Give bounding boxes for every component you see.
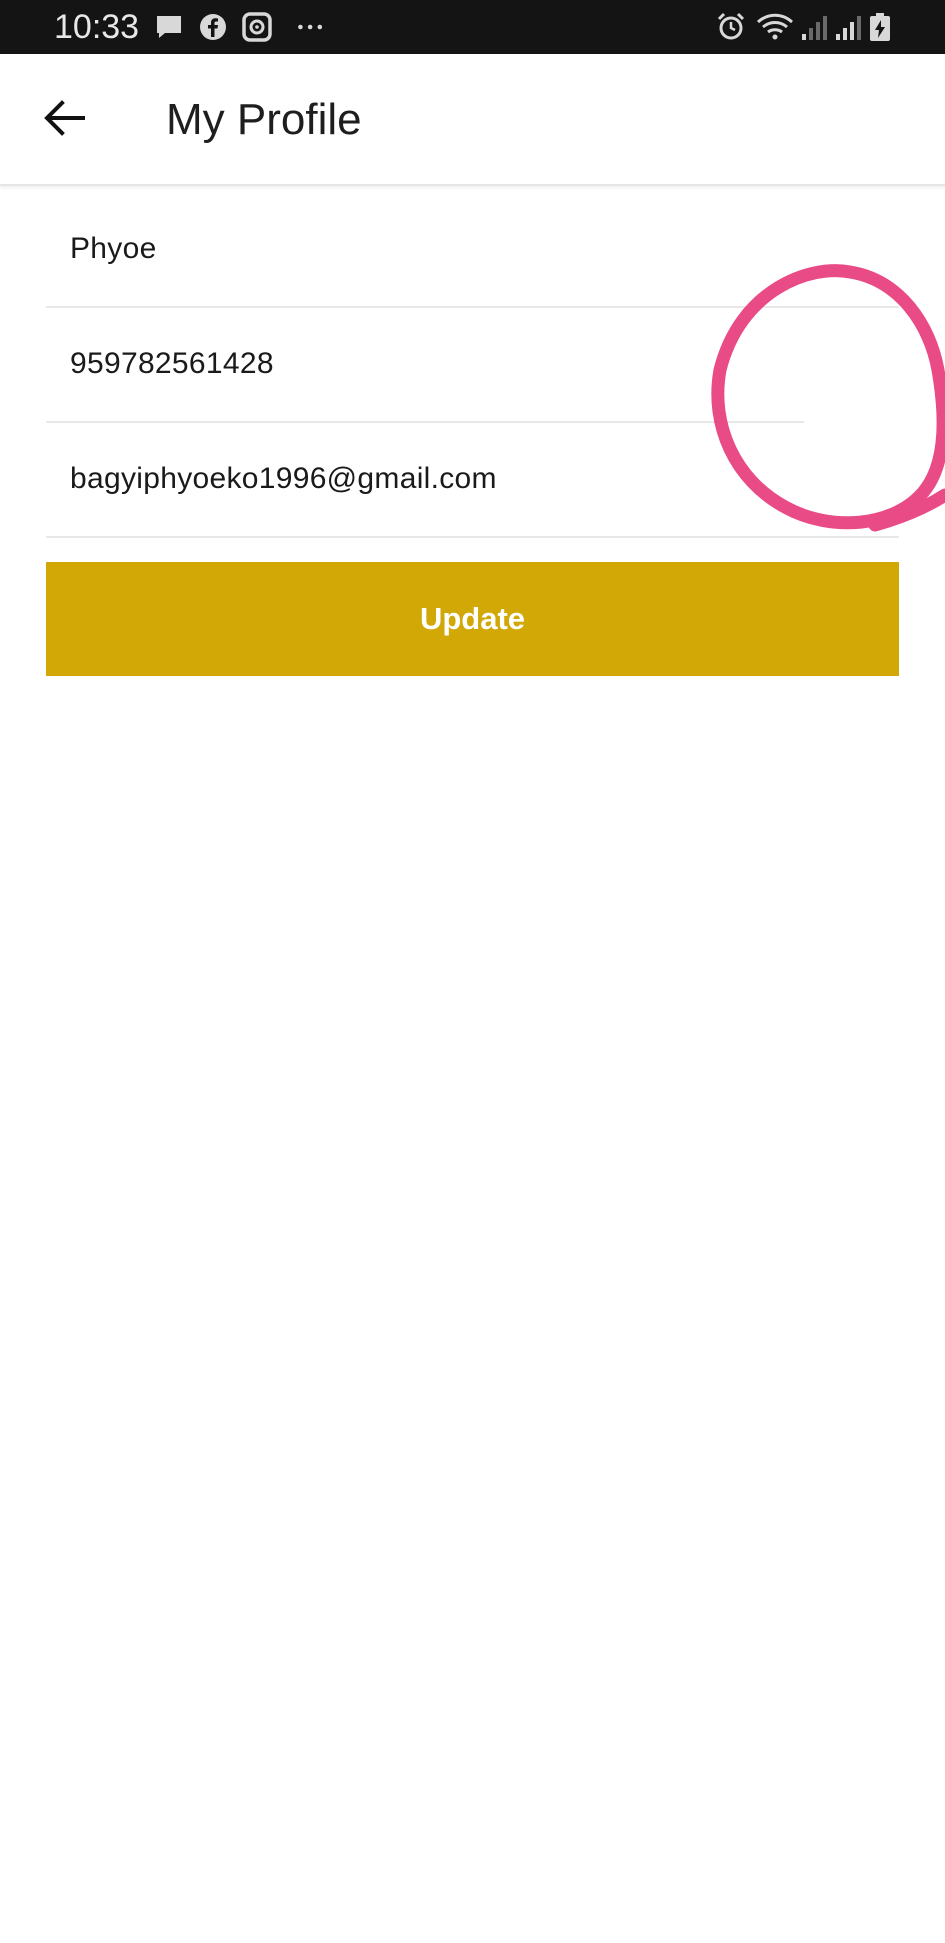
phone-field [46, 307, 804, 423]
name-field [46, 192, 899, 308]
status-bar: 10:33 [0, 0, 945, 54]
phone-input[interactable] [70, 307, 804, 421]
signal-icon [802, 16, 827, 40]
battery-charging-icon [870, 13, 890, 41]
email-field [46, 422, 899, 538]
wifi-icon [756, 13, 794, 40]
app-bar: My Profile [0, 54, 945, 186]
message-icon [157, 16, 181, 38]
page-title: My Profile [166, 95, 362, 144]
arrow-left-icon [44, 100, 85, 136]
screen-record-icon [242, 12, 272, 42]
status-time: 10:33 [54, 8, 140, 46]
alarm-icon [717, 12, 745, 40]
email-input[interactable] [70, 422, 899, 536]
facebook-icon [200, 14, 226, 40]
back-button[interactable] [28, 82, 100, 154]
name-input[interactable] [70, 192, 899, 306]
signal-icon [836, 16, 861, 40]
update-button[interactable]: Update [46, 562, 899, 676]
more-dots-icon [298, 24, 323, 30]
